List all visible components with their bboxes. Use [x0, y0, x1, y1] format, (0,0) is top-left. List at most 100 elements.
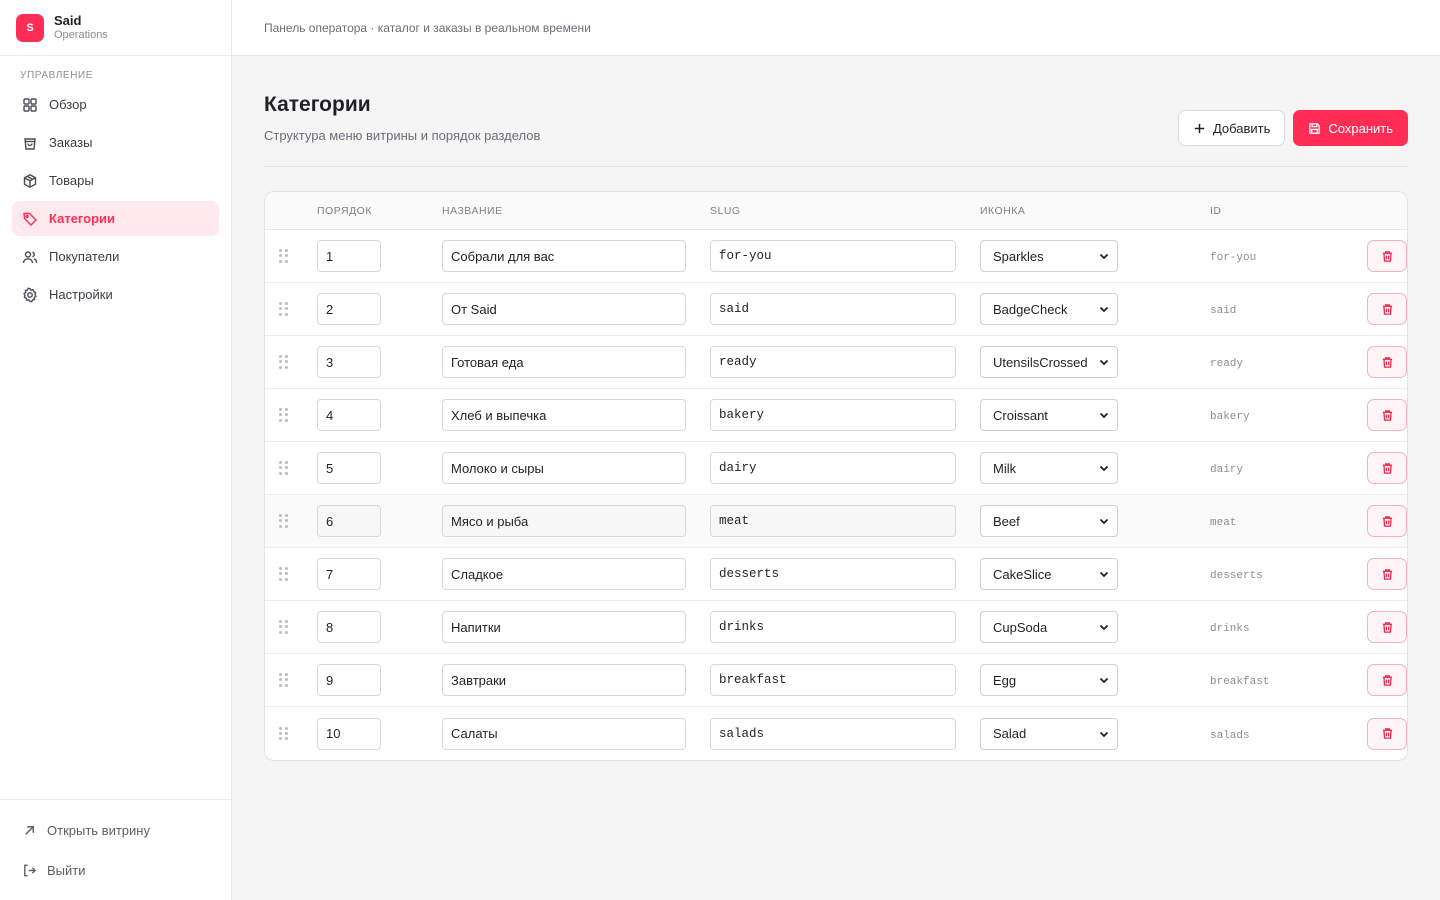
table-row: Beef meat: [265, 495, 1407, 548]
drag-handle-icon[interactable]: [279, 355, 291, 369]
order-input[interactable]: [317, 293, 381, 325]
sidebar-nav: Обзор Заказы Товары Категории Покупатели…: [0, 87, 231, 312]
drag-handle-icon[interactable]: [279, 461, 291, 475]
drag-handle-icon[interactable]: [279, 302, 291, 316]
category-id: meat: [1210, 517, 1237, 529]
icon-select[interactable]: Croissant: [980, 399, 1118, 431]
slug-input[interactable]: [710, 346, 956, 378]
drag-handle-icon[interactable]: [279, 726, 291, 741]
save-button-label: Сохранить: [1328, 120, 1393, 136]
chevron-down-icon: [1099, 571, 1109, 578]
drag-handle-icon[interactable]: [279, 567, 291, 581]
category-id: drinks: [1210, 623, 1250, 635]
name-input[interactable]: [442, 452, 686, 484]
delete-button[interactable]: [1367, 452, 1407, 484]
delete-button[interactable]: [1367, 240, 1407, 272]
slug-input[interactable]: [710, 399, 956, 431]
sidebar-item-products[interactable]: Товары: [12, 163, 219, 198]
slug-input[interactable]: [710, 293, 956, 325]
delete-button[interactable]: [1367, 293, 1407, 325]
name-input[interactable]: [442, 717, 686, 750]
drag-handle-icon[interactable]: [279, 514, 291, 528]
slug-input[interactable]: [710, 558, 956, 590]
sidebar-item-label: Товары: [49, 173, 94, 188]
delete-button[interactable]: [1367, 664, 1407, 696]
sidebar-item-categories[interactable]: Категории: [12, 201, 219, 236]
order-input[interactable]: [317, 346, 381, 378]
add-button[interactable]: Добавить: [1177, 110, 1286, 146]
topbar: Панель оператора · каталог и заказы в ре…: [232, 0, 1440, 56]
slug-input[interactable]: [710, 505, 956, 537]
order-input[interactable]: [317, 717, 381, 750]
trash-icon: [1382, 250, 1392, 262]
open-store-link[interactable]: Открыть витрину: [12, 812, 219, 848]
slug-input[interactable]: [710, 717, 956, 750]
chevron-down-icon: [1099, 624, 1109, 631]
column-header-id: ID: [1210, 204, 1222, 217]
table-row: Sparkles for-you: [265, 230, 1407, 283]
sidebar-item-settings[interactable]: Настройки: [12, 277, 219, 312]
order-input[interactable]: [317, 611, 381, 643]
trash-icon: [1382, 515, 1392, 527]
sidebar-item-overview[interactable]: Обзор: [12, 87, 219, 122]
name-input[interactable]: [442, 399, 686, 431]
icon-select[interactable]: CakeSlice: [980, 558, 1118, 590]
name-input[interactable]: [442, 240, 686, 272]
save-icon: [1309, 122, 1321, 134]
icon-select[interactable]: Egg: [980, 664, 1118, 696]
order-input[interactable]: [317, 505, 381, 537]
slug-input[interactable]: [710, 664, 956, 696]
drag-handle-icon[interactable]: [279, 673, 291, 687]
order-input[interactable]: [317, 240, 381, 272]
delete-button[interactable]: [1367, 505, 1407, 537]
topbar-text: Панель оператора · каталог и заказы в ре…: [264, 20, 591, 35]
icon-select[interactable]: UtensilsCrossed: [980, 346, 1118, 378]
order-input[interactable]: [317, 399, 381, 431]
logout-button[interactable]: Выйти: [12, 852, 219, 888]
order-input[interactable]: [317, 452, 381, 484]
category-id: dairy: [1210, 464, 1244, 476]
column-header-name: НАЗВАНИЕ: [442, 204, 503, 217]
slug-input[interactable]: [710, 452, 956, 484]
delete-button[interactable]: [1367, 399, 1407, 431]
sidebar-item-label: Покупатели: [49, 249, 120, 264]
name-input[interactable]: [442, 346, 686, 378]
save-button[interactable]: Сохранить: [1293, 110, 1408, 146]
icon-select[interactable]: Milk: [980, 452, 1118, 484]
sidebar-footer: Открыть витрину Выйти: [0, 799, 231, 900]
sidebar-item-orders[interactable]: Заказы: [12, 125, 219, 160]
icon-select[interactable]: Beef: [980, 505, 1118, 537]
arrow-up-right-icon: [25, 825, 34, 835]
table-row: Croissant bakery: [265, 389, 1407, 442]
sidebar-item-label: Обзор: [49, 97, 87, 112]
icon-select[interactable]: Sparkles: [980, 240, 1118, 272]
delete-button[interactable]: [1367, 346, 1407, 378]
brand: S Said Operations: [0, 0, 231, 56]
plus-icon: [1194, 123, 1205, 133]
delete-button[interactable]: [1367, 558, 1407, 590]
drag-handle-icon[interactable]: [279, 408, 291, 422]
table-row: UtensilsCrossed ready: [265, 336, 1407, 389]
delete-button[interactable]: [1367, 717, 1407, 750]
slug-input[interactable]: [710, 240, 956, 272]
name-input[interactable]: [442, 611, 686, 643]
name-input[interactable]: [442, 293, 686, 325]
sidebar-item-customers[interactable]: Покупатели: [12, 239, 219, 274]
name-input[interactable]: [442, 558, 686, 590]
table-body: Sparkles for-you BadgeCheck said: [265, 230, 1407, 760]
brand-logo: S: [16, 13, 44, 42]
slug-input[interactable]: [710, 611, 956, 643]
order-input[interactable]: [317, 558, 381, 590]
icon-select[interactable]: BadgeCheck: [980, 293, 1118, 325]
drag-handle-icon[interactable]: [279, 620, 291, 634]
page-header: Категории Структура меню витрины и поряд…: [264, 92, 1408, 167]
trash-icon: [1382, 303, 1392, 315]
content: Категории Структура меню витрины и поряд…: [232, 56, 1440, 761]
order-input[interactable]: [317, 664, 381, 696]
drag-handle-icon[interactable]: [279, 249, 291, 263]
icon-select[interactable]: Salad: [980, 717, 1118, 750]
delete-button[interactable]: [1367, 611, 1407, 643]
name-input[interactable]: [442, 664, 686, 696]
icon-select[interactable]: CupSoda: [980, 611, 1118, 643]
name-input[interactable]: [442, 505, 686, 537]
